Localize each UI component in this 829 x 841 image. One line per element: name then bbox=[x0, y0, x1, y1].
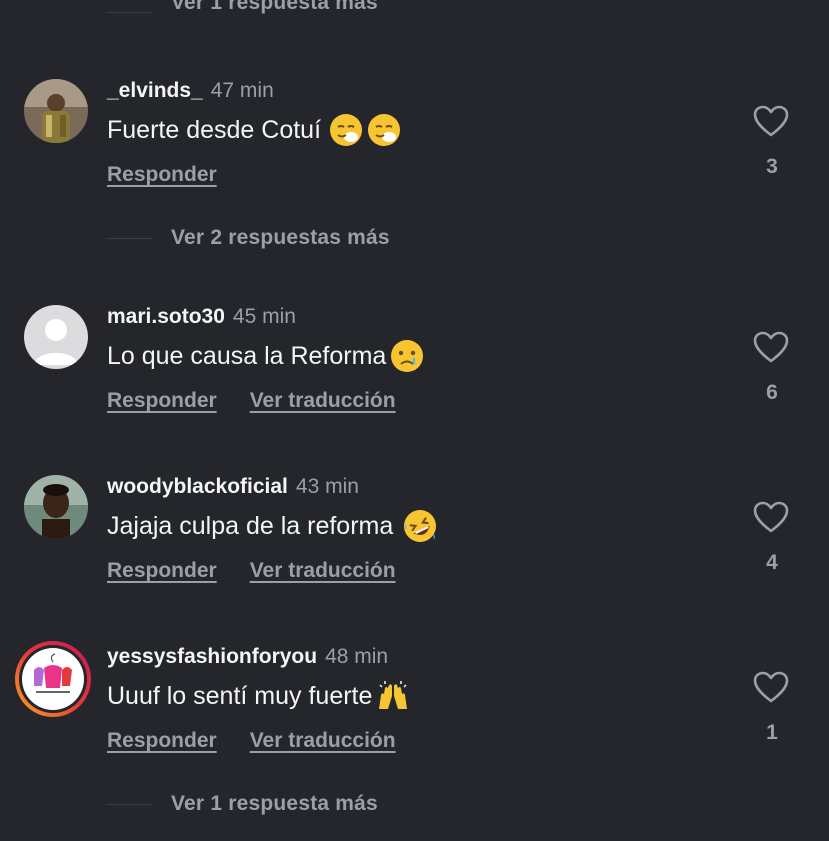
comment-item: mari.soto30 45 min Lo que causa la Refor… bbox=[0, 305, 829, 435]
sneezing-face-emoji bbox=[367, 113, 401, 147]
avatar[interactable] bbox=[24, 475, 88, 539]
reply-thread-line bbox=[107, 11, 153, 13]
like-heart-icon[interactable] bbox=[753, 331, 791, 368]
comment-text-row: Jajaja culpa de la reforma bbox=[107, 509, 437, 543]
view-more-replies-label: Ver 1 respuesta más bbox=[171, 0, 378, 14]
comment-username[interactable]: yessysfashionforyou bbox=[107, 645, 317, 669]
view-more-replies-label: Ver 1 respuesta más bbox=[171, 792, 378, 815]
comment-actions: Responder bbox=[107, 163, 217, 187]
reply-thread-line bbox=[107, 237, 153, 239]
like-heart-icon[interactable] bbox=[753, 501, 791, 538]
raising-hands-emoji bbox=[376, 679, 410, 713]
translate-button[interactable]: Ver traducción bbox=[250, 729, 396, 753]
rofl-emoji bbox=[403, 509, 437, 543]
comments-panel: Ver 1 respuesta más _elvinds_ 47 min Fue… bbox=[0, 0, 829, 841]
comment-text: Fuerte desde Cotuí bbox=[107, 115, 322, 144]
comment-actions: Responder Ver traducción bbox=[107, 559, 396, 583]
comment-username[interactable]: _elvinds_ bbox=[107, 79, 203, 103]
comment-actions: Responder Ver traducción bbox=[107, 389, 396, 413]
crying-face-emoji bbox=[390, 339, 424, 373]
comment-text: Uuuf lo sentí muy fuerte bbox=[107, 681, 373, 710]
comment-item: woodyblackoficial 43 min Jajaja culpa de… bbox=[0, 475, 829, 605]
reply-thread-line bbox=[107, 803, 153, 805]
avatar[interactable] bbox=[24, 79, 88, 143]
view-more-replies[interactable]: Ver 2 respuestas más bbox=[107, 226, 390, 250]
like-heart-icon[interactable] bbox=[753, 671, 791, 708]
comment-username[interactable]: mari.soto30 bbox=[107, 305, 225, 329]
like-count: 1 bbox=[766, 721, 778, 744]
reply-button[interactable]: Responder bbox=[107, 729, 217, 753]
comment-item: yessysfashionforyou 48 min Uuuf lo sentí… bbox=[0, 641, 829, 775]
comment-text-row: Fuerte desde Cotuí bbox=[107, 113, 401, 147]
comment-actions: Responder Ver traducción bbox=[107, 729, 396, 753]
like-count: 3 bbox=[766, 155, 778, 178]
like-count: 6 bbox=[766, 381, 778, 404]
reply-button[interactable]: Responder bbox=[107, 389, 217, 413]
comment-item: _elvinds_ 47 min Fuerte desde Cotuí Resp… bbox=[0, 79, 829, 209]
comment-username[interactable]: woodyblackoficial bbox=[107, 475, 288, 499]
view-more-replies-label: Ver 2 respuestas más bbox=[171, 226, 390, 249]
view-more-replies-bottom[interactable]: Ver 1 respuesta más bbox=[107, 792, 378, 816]
comment-text-row: Lo que causa la Reforma bbox=[107, 339, 424, 373]
view-more-replies-top[interactable]: Ver 1 respuesta más bbox=[107, 0, 378, 24]
comment-time: 43 min bbox=[295, 475, 359, 498]
comment-time: 48 min bbox=[325, 645, 389, 668]
like-heart-icon[interactable] bbox=[753, 105, 791, 142]
reply-button[interactable]: Responder bbox=[107, 559, 217, 583]
comment-text: Lo que causa la Reforma bbox=[107, 341, 387, 370]
like-count: 4 bbox=[766, 551, 778, 574]
reply-button[interactable]: Responder bbox=[107, 163, 217, 187]
comment-text-row: Uuuf lo sentí muy fuerte bbox=[107, 679, 410, 713]
comment-text: Jajaja culpa de la reforma bbox=[107, 511, 394, 540]
comment-time: 45 min bbox=[232, 305, 296, 328]
translate-button[interactable]: Ver traducción bbox=[250, 389, 396, 413]
avatar-story-ring[interactable] bbox=[14, 640, 92, 718]
avatar[interactable] bbox=[24, 305, 88, 369]
comment-time: 47 min bbox=[210, 79, 274, 102]
translate-button[interactable]: Ver traducción bbox=[250, 559, 396, 583]
sneezing-face-emoji bbox=[329, 113, 363, 147]
